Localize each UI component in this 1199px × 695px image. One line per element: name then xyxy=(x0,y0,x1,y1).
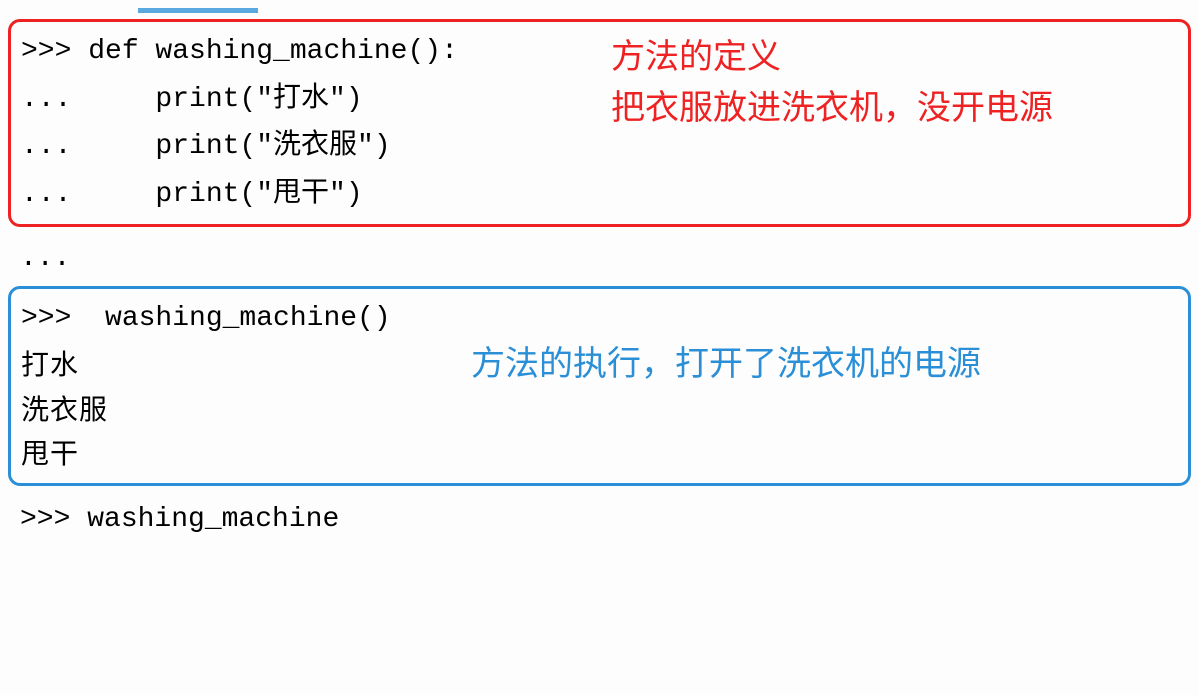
call-line: >>> washing_machine() xyxy=(21,295,1178,343)
code-document: >>> def washing_machine(): ... print("打水… xyxy=(8,8,1191,549)
code-line: ... print("甩干") xyxy=(21,171,1178,219)
execution-box: >>> washing_machine() 打水 洗衣服 甩干 方法的执行，打开… xyxy=(8,286,1191,486)
output-line: 洗衣服 xyxy=(21,388,1178,433)
tab-indicator xyxy=(138,8,258,13)
continuation-dots: ... xyxy=(8,233,1191,286)
definition-annotation: 方法的定义把衣服放进洗衣机，没开电源 xyxy=(611,32,1171,134)
definition-box: >>> def washing_machine(): ... print("打水… xyxy=(8,19,1191,227)
output-line: 甩干 xyxy=(21,432,1178,477)
execution-annotation: 方法的执行，打开了洗衣机的电源 xyxy=(471,339,1191,390)
bottom-line: >>> washing_machine xyxy=(8,492,1191,549)
